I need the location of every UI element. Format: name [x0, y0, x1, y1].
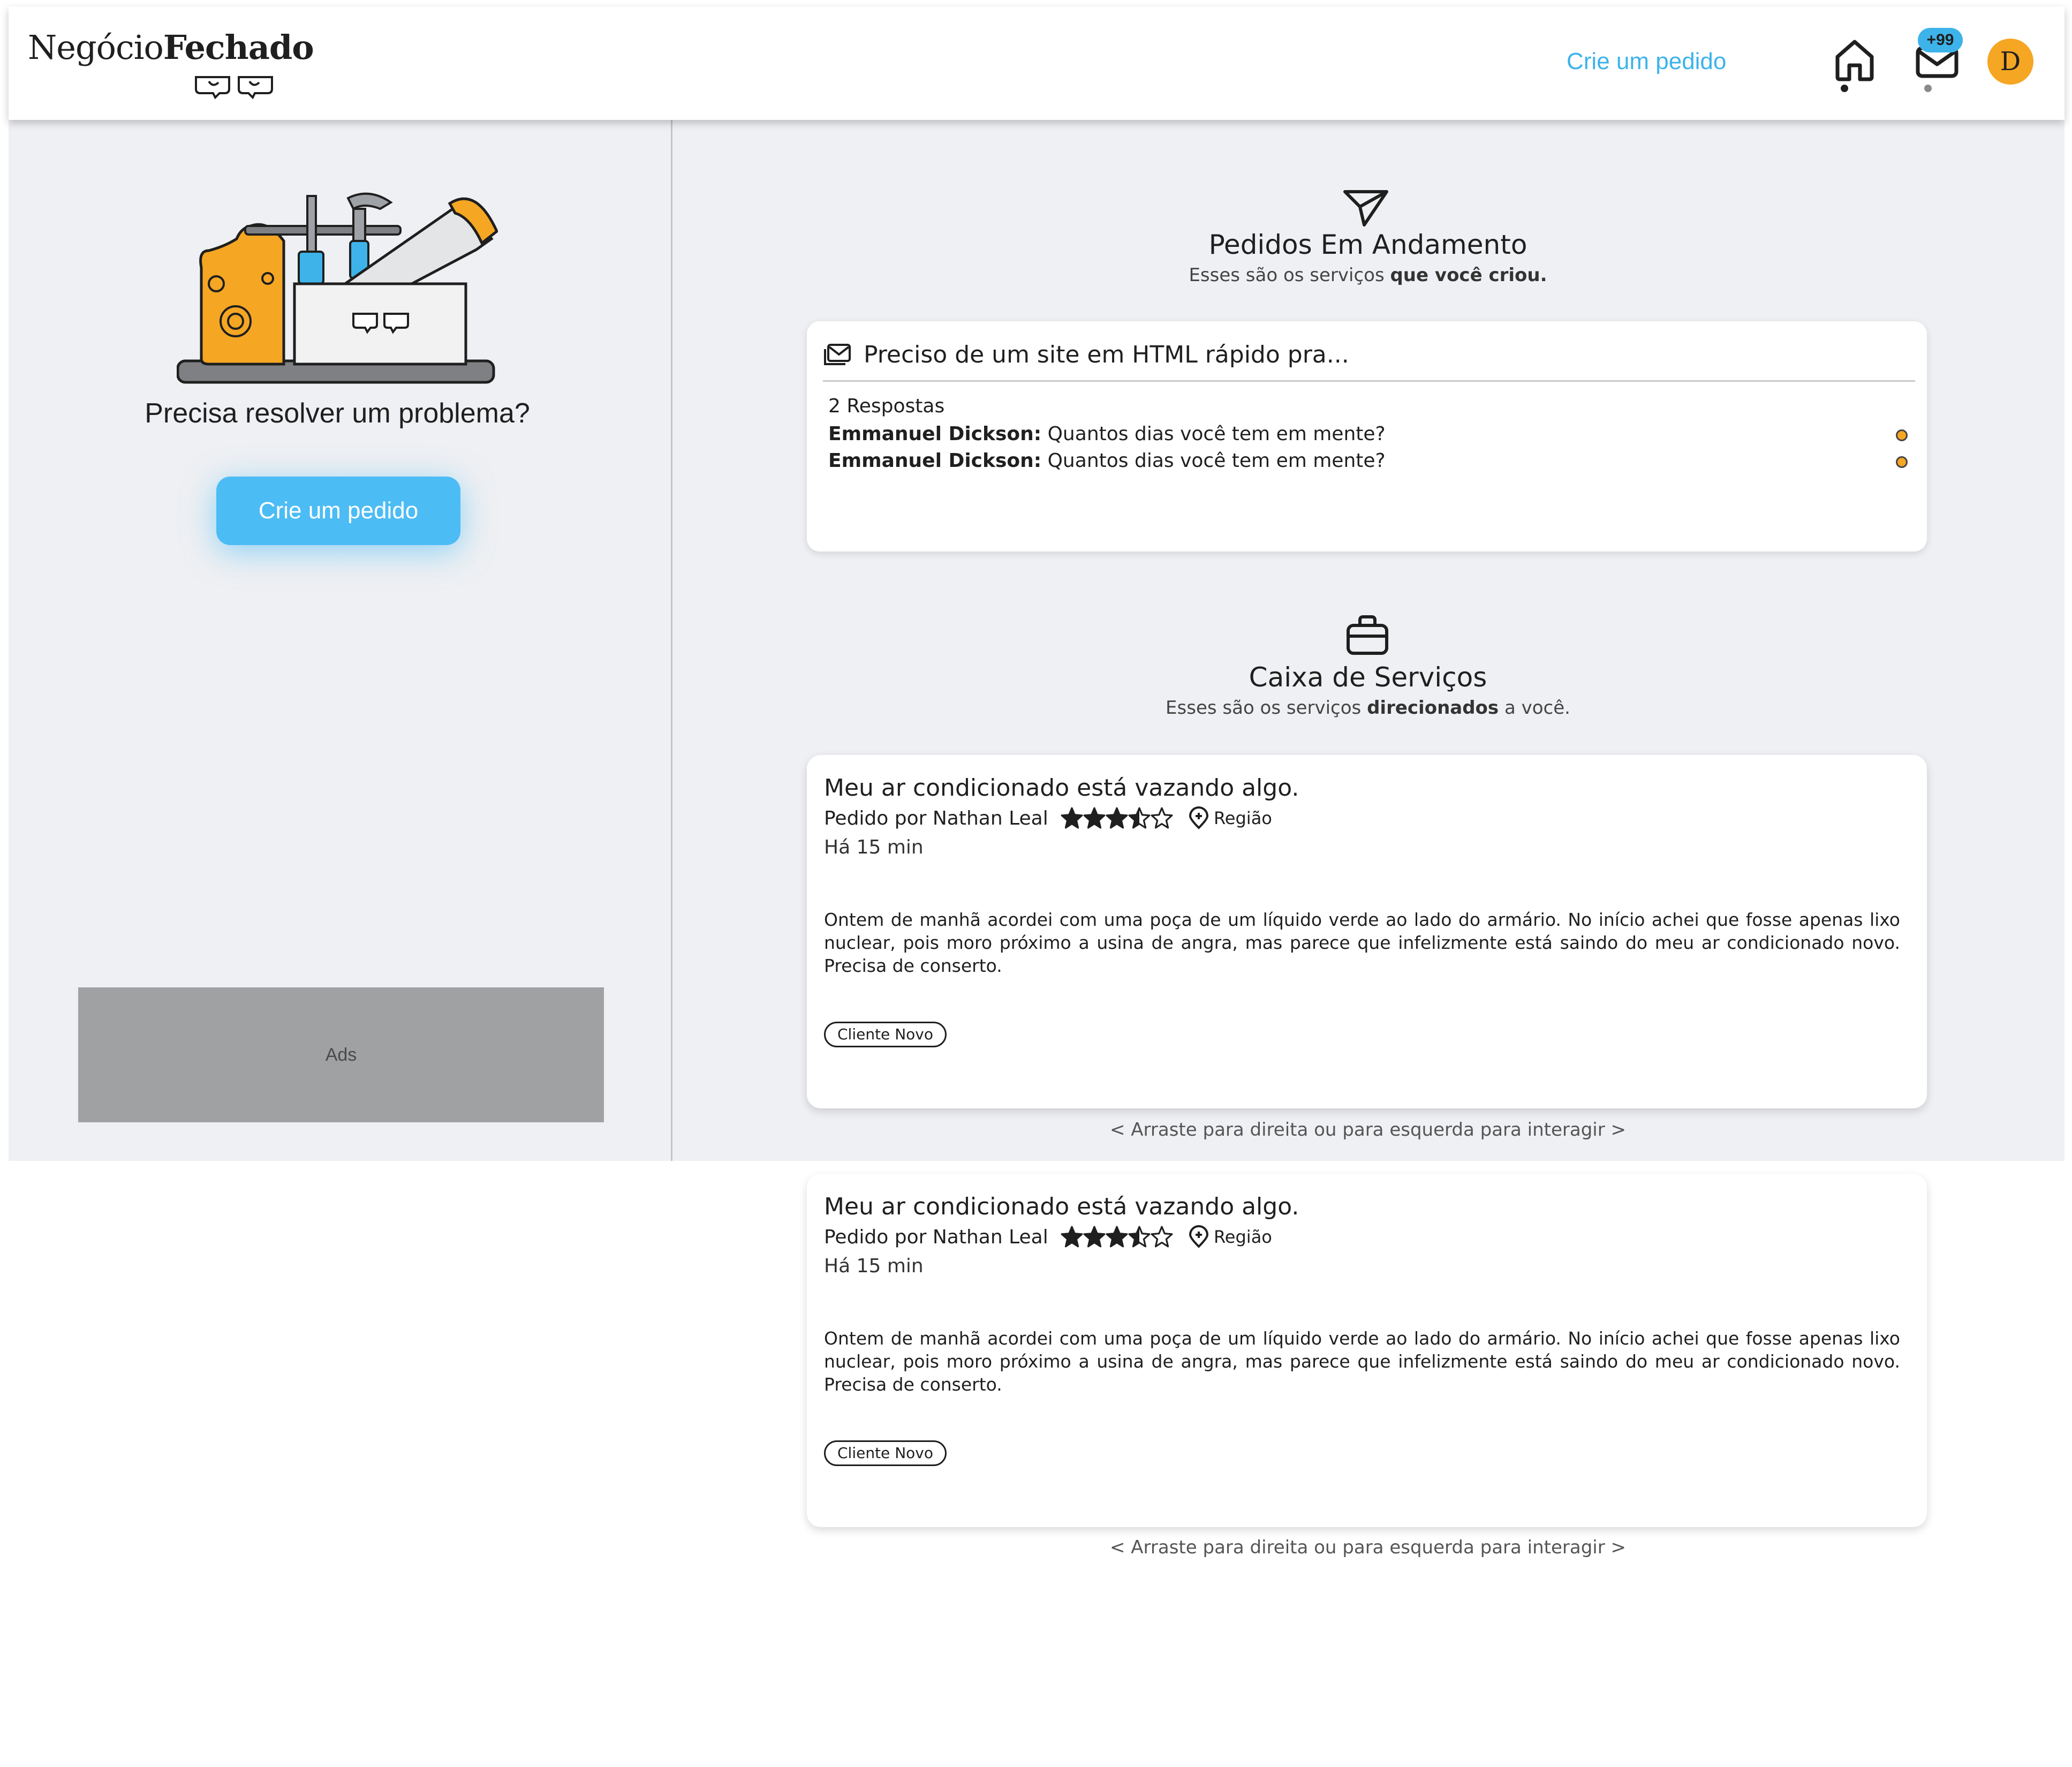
region-label: Região — [1214, 1227, 1272, 1247]
order-card-header: Preciso de um site em HTML rápido pra... — [823, 339, 1349, 369]
location-pin-icon — [1189, 806, 1209, 829]
service-requester: Pedido por Nathan Leal — [824, 1226, 1048, 1248]
region-label: Região — [1214, 808, 1272, 828]
service-time: Há 15 min — [824, 1255, 924, 1277]
client-tag: Cliente Novo — [824, 1022, 947, 1047]
unread-indicator — [1896, 429, 1908, 441]
star-icon — [1083, 807, 1106, 829]
top-navbar: NegócioFechado Crie um pedido — [9, 6, 2065, 120]
create-order-button[interactable]: Crie um pedido — [216, 477, 460, 545]
toolbox-illustration — [177, 192, 498, 384]
logo-text: NegócioFechado — [28, 28, 314, 67]
rating-stars — [1061, 806, 1173, 829]
service-region: Região — [1188, 1225, 1272, 1249]
order-card[interactable]: Preciso de um site em HTML rápido pra...… — [807, 321, 1927, 552]
star-icon — [1106, 1226, 1128, 1248]
swipe-hint: < Arraste para direita ou para esquerda … — [1109, 1537, 1627, 1558]
orders-section-title: Pedidos Em Andamento — [1208, 229, 1527, 260]
panel-divider — [671, 120, 672, 1161]
star-icon — [1061, 1226, 1083, 1248]
service-description: Ontem de manhã acordei com uma poça de u… — [824, 909, 1900, 976]
home-icon[interactable] — [1833, 37, 1876, 82]
ads-banner[interactable]: Ads — [78, 987, 604, 1122]
service-title: Meu ar condicionado está vazando algo. — [824, 1193, 1299, 1220]
order-card-title: Preciso de um site em HTML rápido pra... — [864, 341, 1349, 368]
star-icon — [1151, 807, 1173, 829]
unread-indicator — [1896, 456, 1908, 468]
swipe-hint: < Arraste para direita ou para esquerda … — [1109, 1119, 1627, 1141]
order-card-divider — [823, 380, 1915, 382]
client-tag: Cliente Novo — [824, 1440, 947, 1466]
responses-count: 2 Respostas — [828, 395, 945, 417]
mail-indicator — [1924, 85, 1932, 92]
location-pin-icon — [1189, 1225, 1209, 1248]
service-requester: Pedido por Nathan Leal — [824, 807, 1048, 829]
briefcase-icon — [1347, 615, 1388, 655]
home-active-indicator — [1841, 85, 1848, 92]
service-card[interactable]: Meu ar condicionado está vazando algo. P… — [807, 1174, 1927, 1527]
send-icon — [1343, 190, 1388, 226]
star-icon — [1128, 1226, 1151, 1248]
services-section-subtitle: Esses são os serviços direcionados a voc… — [1166, 697, 1570, 719]
service-region: Região — [1188, 806, 1272, 830]
star-icon — [1061, 807, 1083, 829]
star-icon — [1151, 1226, 1173, 1248]
response-message[interactable]: Emmanuel Dickson: Quantos dias você tem … — [828, 423, 1386, 445]
service-time: Há 15 min — [824, 836, 924, 858]
left-panel-title: Precisa resolver um problema? — [145, 398, 530, 429]
handshake-logo-icon — [195, 76, 273, 100]
star-icon — [1083, 1226, 1106, 1248]
service-card[interactable]: Meu ar condicionado está vazando algo. P… — [807, 755, 1927, 1108]
star-icon — [1106, 807, 1128, 829]
star-icon — [1128, 807, 1151, 829]
user-avatar[interactable]: D — [1987, 39, 2033, 85]
services-section-title: Caixa de Serviços — [1249, 662, 1487, 693]
logo[interactable]: NegócioFechado — [28, 28, 317, 103]
create-order-link[interactable]: Crie um pedido — [1567, 48, 1726, 75]
rating-stars — [1061, 1225, 1173, 1248]
service-description: Ontem de manhã acordei com uma poça de u… — [824, 1328, 1900, 1395]
orders-section-subtitle: Esses são os serviços que você criou. — [1189, 265, 1547, 286]
service-title: Meu ar condicionado está vazando algo. — [824, 774, 1299, 802]
mail-badge: +99 — [1918, 28, 1963, 52]
inbox-icon — [824, 344, 851, 365]
response-message[interactable]: Emmanuel Dickson: Quantos dias você tem … — [828, 450, 1386, 472]
